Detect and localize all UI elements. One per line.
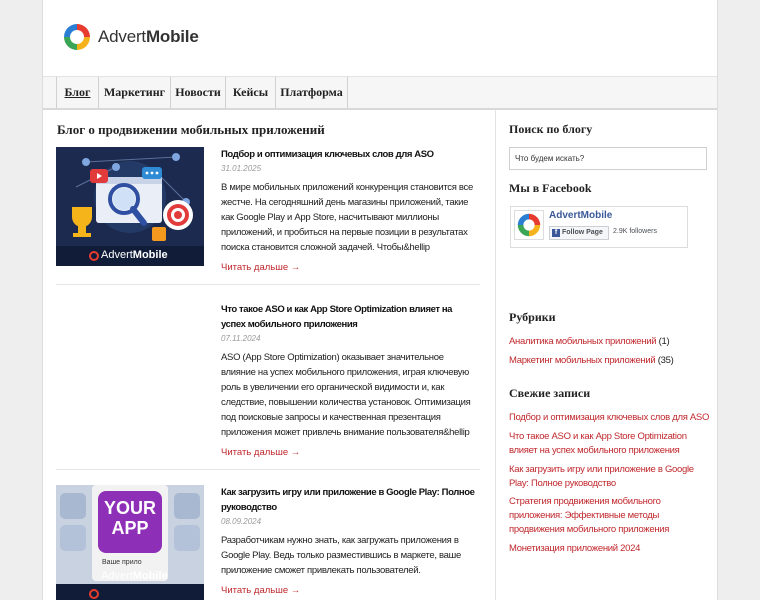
advertmobile-logo-icon: [517, 213, 541, 237]
post-body: Подбор и оптимизация ключевых слов для A…: [221, 147, 477, 275]
main-nav: Блог Маркетинг Новости Кейсы Платформа: [43, 77, 717, 110]
recent-post-link[interactable]: Подбор и оптимизация ключевых слов для A…: [509, 411, 714, 425]
post-thumbnail[interactable]: AdvertMobile: [56, 147, 204, 266]
facebook-page-avatar[interactable]: [514, 210, 544, 240]
nav-item-cases[interactable]: Кейсы: [226, 77, 276, 108]
nav-item-news[interactable]: Новости: [171, 77, 226, 108]
post-thumbnail[interactable]: YOUR APP Ваше прило AdvertMobile: [56, 485, 204, 600]
post-item: Что такое ASO и как App Store Optimizati…: [56, 302, 480, 462]
facebook-icon: f: [552, 229, 560, 237]
read-more-link[interactable]: Читать дальше →: [221, 261, 477, 275]
thumbnail-app-text: YOUR APP: [103, 498, 156, 538]
recent-post-link[interactable]: Стратегия продвижения мобильного приложе…: [509, 495, 714, 537]
advertmobile-logo-icon: [64, 24, 90, 50]
nav-item-blog[interactable]: Блог: [56, 77, 99, 108]
page: AdvertMobile Блог Маркетинг Новости Кейс…: [42, 0, 718, 600]
search-widget-title: Поиск по блогу: [509, 122, 593, 136]
thumbnail-caption: AdvertMobile: [101, 570, 168, 582]
search-input[interactable]: Что будем искать?: [509, 147, 707, 170]
post-date: 08.09.2024: [221, 517, 262, 526]
post-date: 31.01.2025: [221, 164, 262, 173]
facebook-widget-title: Мы в Facebook: [509, 181, 592, 195]
categories-widget-title: Рубрики: [509, 310, 556, 324]
post-body: Как загрузить игру или приложение в Goog…: [221, 485, 477, 598]
page-title: Блог о продвижении мобильных приложений: [57, 122, 325, 137]
facebook-follow-button[interactable]: f Follow Page: [549, 226, 609, 240]
facebook-page-name[interactable]: AdvertMobile: [549, 210, 612, 221]
read-more-link[interactable]: Читать дальше →: [221, 584, 477, 598]
post-date: 07.11.2024: [221, 334, 261, 343]
category-link[interactable]: Маркетинг мобильных приложений (35): [509, 354, 714, 368]
post-title-link[interactable]: Что такое ASO и как App Store Optimizati…: [221, 302, 477, 332]
site-logo[interactable]: AdvertMobile: [62, 22, 199, 52]
post-item: AdvertMobile Подбор и оптимизация ключев…: [56, 147, 480, 275]
post-body: Что такое ASO и как App Store Optimizati…: [221, 302, 477, 460]
post-excerpt: Разработчикам нужно знать, как загружать…: [221, 535, 461, 576]
facebook-page-widget: AdvertMobile f Follow Page 2.9K followers: [510, 206, 688, 248]
recent-post-link[interactable]: Как загрузить игру или приложение в Goog…: [509, 463, 714, 491]
post-divider: [56, 469, 480, 470]
post-excerpt: ASO (App Store Optimization) оказывает з…: [221, 352, 471, 438]
recent-post-link[interactable]: Что такое ASO и как App Store Optimizati…: [509, 430, 714, 458]
nav-item-marketing[interactable]: Маркетинг: [99, 77, 171, 108]
category-link[interactable]: Аналитика мобильных приложений (1): [509, 335, 714, 349]
post-divider: [56, 284, 480, 285]
facebook-follower-count: 2.9K followers: [613, 228, 657, 235]
sidebar: Поиск по блогу Что будем искать? Мы в Fa…: [495, 110, 717, 600]
thumbnail-caption: AdvertMobile: [101, 249, 168, 261]
thumbnail-app-subtitle: Ваше прило: [102, 559, 142, 566]
site-logo-text: AdvertMobile: [98, 27, 199, 46]
post-title-link[interactable]: Подбор и оптимизация ключевых слов для A…: [221, 147, 477, 162]
recent-post-link[interactable]: Монетизация приложений 2024: [509, 542, 714, 556]
post-excerpt: В мире мобильных приложений конкуренция …: [221, 182, 473, 253]
nav-item-platform[interactable]: Платформа: [276, 77, 348, 108]
site-header: AdvertMobile: [43, 0, 717, 77]
post-title-link[interactable]: Как загрузить игру или приложение в Goog…: [221, 485, 477, 515]
recent-posts-widget-title: Свежие записи: [509, 386, 591, 400]
read-more-link[interactable]: Читать дальше →: [221, 446, 477, 460]
post-item: YOUR APP Ваше прило AdvertMobile Как загр…: [56, 485, 480, 600]
